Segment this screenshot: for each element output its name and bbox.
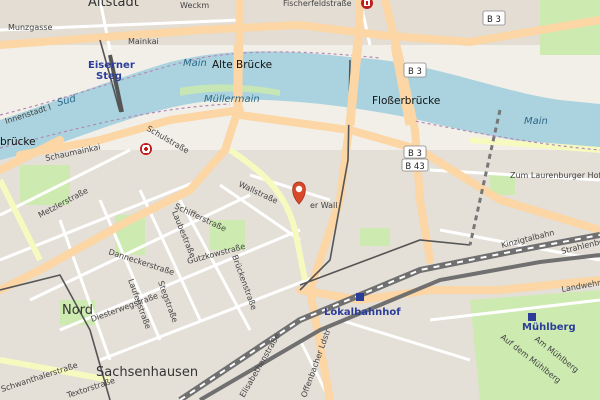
label-main-1: Main — [183, 58, 207, 69]
station-muehlberg-icon[interactable] — [528, 313, 536, 321]
label-muellermain: Müllermain — [204, 94, 260, 105]
label-wall: er Wall — [310, 201, 338, 210]
hospital-icon[interactable] — [140, 143, 152, 155]
label-eiserner-steg-line2: Steg — [96, 71, 122, 82]
label-weckm: Weckm — [180, 1, 209, 10]
label-muehlberg: Mühlberg — [522, 322, 576, 333]
shield-b3-mid: B 3 — [403, 62, 427, 78]
label-alte-bruecke: Alte Brücke — [212, 59, 272, 71]
label-zum-laurenburger: Zum Laurenburger Hof — [510, 171, 600, 180]
svg-text:B 43: B 43 — [405, 162, 424, 172]
label-altstadt: Altstadt — [88, 0, 139, 10]
label-nord: Nord — [62, 303, 93, 318]
map-canvas[interactable]: B 3 B 3 B 3 B 43 Munzgasse Altstadt Weck… — [0, 0, 600, 400]
map-view[interactable]: B 3 B 3 B 3 B 43 Munzgasse Altstadt Weck… — [0, 0, 600, 400]
svg-text:B 3: B 3 — [408, 67, 422, 77]
svg-text:B 3: B 3 — [408, 149, 422, 159]
shield-b3-low: B 3 — [403, 145, 427, 159]
label-mainkai: Mainkai — [128, 37, 159, 46]
label-main-3: Main — [524, 116, 548, 127]
station-lokalbahnhof-icon[interactable] — [356, 293, 364, 301]
shield-b43: B 43 — [401, 158, 429, 172]
label-lokalbahnhof: Lokalbahnhof — [324, 307, 401, 318]
shield-b3-top: B 3 — [482, 10, 506, 26]
svg-text:B 3: B 3 — [487, 15, 501, 25]
label-fischerfeld: Fischerfeldstraße — [283, 0, 352, 8]
label-bruecke-left: brücke — [0, 136, 36, 148]
label-flosserbruecke: Floßerbrücke — [372, 95, 440, 107]
label-munzgasse: Munzgasse — [8, 23, 53, 32]
